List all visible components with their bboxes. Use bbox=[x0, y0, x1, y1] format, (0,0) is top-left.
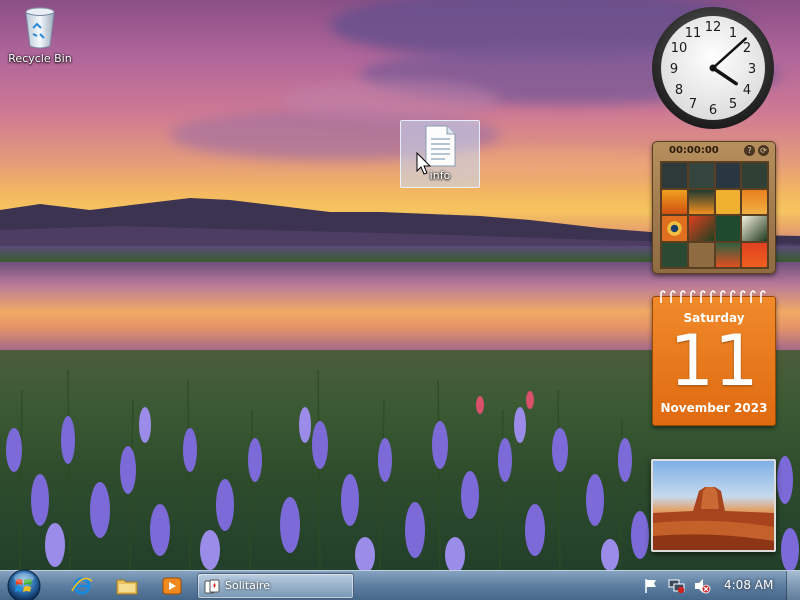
calendar-day-number: 11 bbox=[669, 320, 759, 402]
puzzle-tile[interactable] bbox=[742, 189, 767, 214]
svg-text:3: 3 bbox=[748, 62, 756, 77]
action-center-flag-icon[interactable] bbox=[643, 578, 659, 594]
svg-text:7: 7 bbox=[689, 97, 697, 112]
recycle-bin-icon bbox=[25, 7, 55, 49]
calendar-binding-rings bbox=[660, 290, 766, 303]
puzzle-tile[interactable] bbox=[662, 216, 687, 241]
network-icon[interactable] bbox=[668, 578, 686, 594]
puzzle-shuffle-button[interactable]: ⟳ bbox=[758, 145, 769, 156]
desktop-icon-label: info bbox=[429, 169, 451, 182]
taskbar: Solitaire 4:08 AM bbox=[0, 568, 800, 600]
svg-text:9: 9 bbox=[670, 62, 678, 77]
taskbar-window-solitaire[interactable]: Solitaire bbox=[197, 573, 354, 599]
puzzle-tile-empty[interactable] bbox=[688, 242, 714, 267]
cloud bbox=[280, 80, 500, 120]
puzzle-timer: 00:00:00 bbox=[669, 145, 719, 156]
svg-text:12: 12 bbox=[705, 20, 722, 35]
internet-explorer-icon[interactable] bbox=[70, 575, 94, 597]
picture-puzzle-gadget: 00:00:00 ? ⟳ bbox=[652, 141, 776, 274]
calendar-gadget[interactable]: Saturday 11 November 2023 bbox=[652, 290, 776, 426]
puzzle-tile[interactable] bbox=[688, 163, 714, 188]
windows-start-orb-icon[interactable] bbox=[6, 568, 42, 600]
mouse-pointer-icon bbox=[416, 152, 432, 175]
svg-text:10: 10 bbox=[671, 41, 688, 56]
puzzle-tile[interactable] bbox=[715, 216, 741, 241]
show-desktop-button[interactable] bbox=[786, 571, 800, 600]
taskbar-window-label: Solitaire bbox=[225, 579, 270, 592]
folder-explorer-icon[interactable] bbox=[115, 575, 139, 597]
svg-text:1: 1 bbox=[729, 26, 737, 41]
puzzle-tile[interactable] bbox=[715, 163, 741, 188]
desktop-icon-info[interactable]: info bbox=[400, 120, 480, 188]
puzzle-tile[interactable] bbox=[742, 242, 767, 267]
puzzle-tile[interactable] bbox=[688, 216, 714, 241]
puzzle-tile[interactable] bbox=[715, 189, 741, 214]
system-clock-time[interactable]: 4:08 AM bbox=[724, 578, 773, 592]
desktop-icon-recycle-bin[interactable]: Recycle Bin bbox=[4, 6, 76, 65]
solitaire-cards-icon bbox=[204, 579, 220, 594]
svg-text:2: 2 bbox=[743, 41, 751, 56]
puzzle-help-button[interactable]: ? bbox=[744, 145, 755, 156]
puzzle-tile[interactable] bbox=[742, 163, 767, 188]
puzzle-tile[interactable] bbox=[662, 189, 687, 214]
desert-mesa-photo bbox=[653, 487, 774, 550]
svg-text:8: 8 bbox=[675, 83, 683, 98]
svg-text:6: 6 bbox=[709, 103, 717, 118]
puzzle-tile[interactable] bbox=[688, 189, 714, 214]
puzzle-tile[interactable] bbox=[742, 216, 767, 241]
puzzle-tile[interactable] bbox=[662, 163, 687, 188]
svg-text:11: 11 bbox=[685, 26, 702, 41]
svg-text:5: 5 bbox=[729, 97, 737, 112]
desktop-icon-label: Recycle Bin bbox=[8, 52, 72, 65]
puzzle-tile[interactable] bbox=[662, 242, 687, 267]
svg-text:4: 4 bbox=[743, 83, 751, 98]
media-player-icon[interactable] bbox=[160, 575, 184, 597]
volume-muted-icon[interactable] bbox=[693, 578, 711, 594]
puzzle-tile[interactable] bbox=[715, 242, 741, 267]
slideshow-gadget[interactable] bbox=[651, 459, 776, 552]
clock-gadget[interactable]: 12 12 345 678 91011 bbox=[651, 6, 775, 130]
puzzle-grid bbox=[660, 161, 769, 269]
calendar-month-year: November 2023 bbox=[660, 401, 768, 415]
